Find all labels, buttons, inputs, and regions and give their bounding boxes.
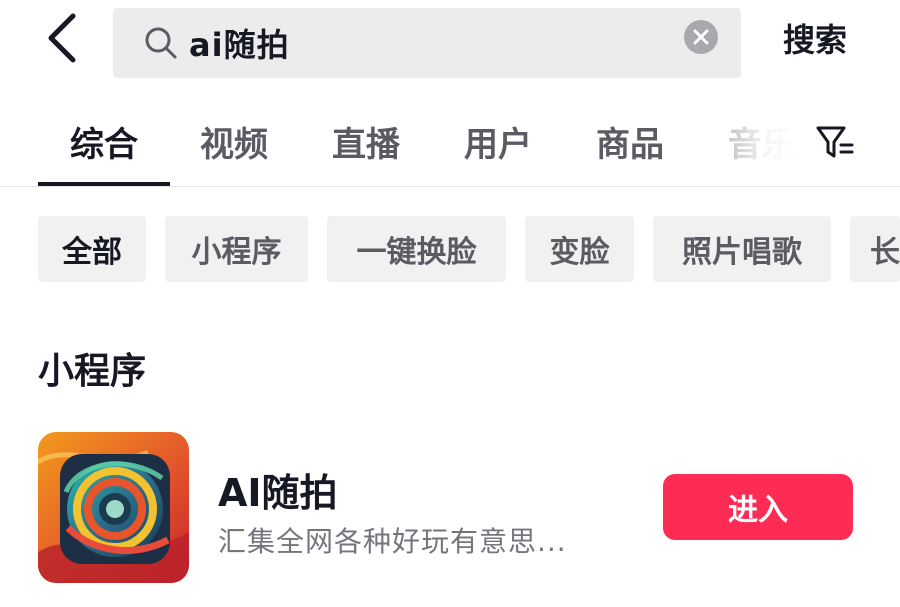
clear-icon bbox=[693, 29, 709, 45]
chip-photo-singing[interactable]: 照片唱歌 bbox=[653, 216, 831, 282]
search-icon bbox=[143, 25, 179, 61]
chip-all[interactable]: 全部 bbox=[38, 216, 146, 282]
section-title: 小程序 bbox=[38, 351, 147, 392]
chip-face-change[interactable]: 变脸 bbox=[525, 216, 634, 282]
search-query: ai随拍 bbox=[189, 26, 290, 64]
tab-users[interactable]: 用户 bbox=[458, 108, 538, 174]
app-description: 汇集全网各种好玩有意思... bbox=[218, 525, 567, 558]
search-button[interactable]: 搜索 bbox=[770, 14, 860, 62]
filter-button[interactable] bbox=[812, 120, 858, 166]
tab-video[interactable]: 视频 bbox=[194, 108, 274, 174]
search-input[interactable]: ai随拍 bbox=[113, 8, 741, 78]
filter-icon bbox=[816, 126, 854, 158]
tab-comprehensive[interactable]: 综合 bbox=[38, 108, 170, 174]
chip-mini-program[interactable]: 小程序 bbox=[165, 216, 308, 282]
tabs-fade-overlay bbox=[718, 108, 808, 174]
tab-products[interactable]: 商品 bbox=[590, 108, 670, 174]
clear-search-button[interactable] bbox=[684, 20, 718, 54]
back-button[interactable] bbox=[38, 10, 86, 66]
chip-face-swap[interactable]: 一键换脸 bbox=[327, 216, 506, 282]
back-arrow-icon bbox=[48, 13, 76, 63]
app-name[interactable]: AI随拍 bbox=[218, 462, 338, 517]
enter-button[interactable]: 进入 bbox=[663, 474, 853, 540]
tab-live[interactable]: 直播 bbox=[326, 108, 406, 174]
app-logo-icon[interactable] bbox=[38, 432, 189, 583]
chip-more[interactable]: 长 bbox=[850, 216, 900, 282]
tabs-divider bbox=[0, 186, 900, 187]
